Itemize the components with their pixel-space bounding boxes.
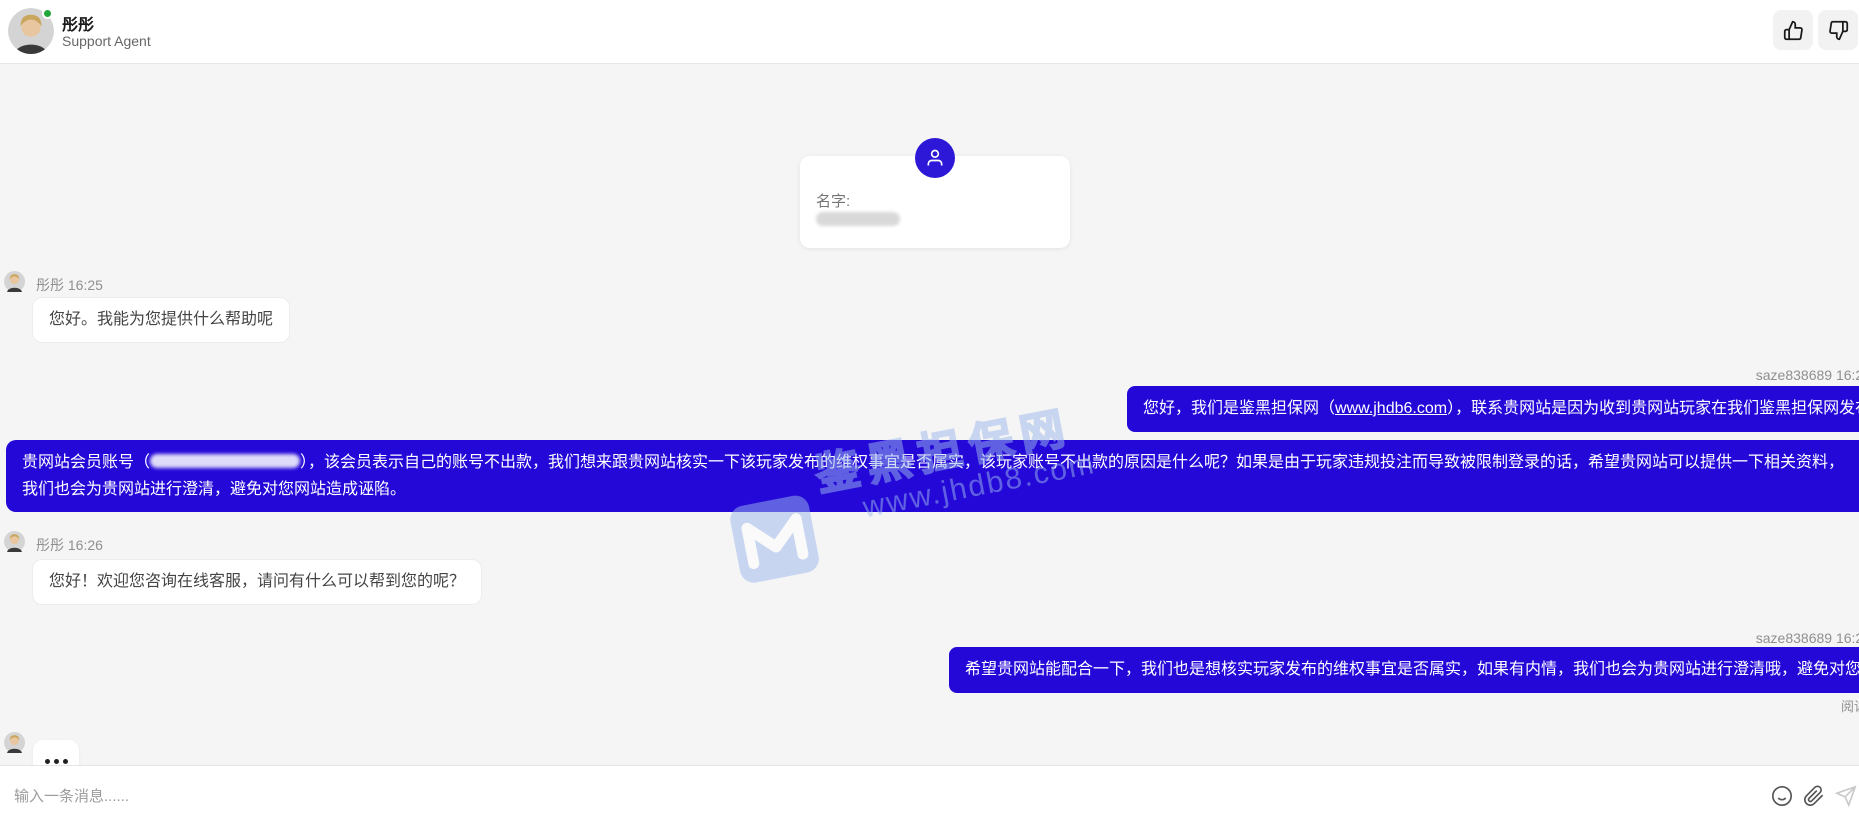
message-text: 您好！欢迎您咨询在线客服，请问有什么可以帮到您的呢？ [49,573,465,590]
read-receipt: 阅读 [1841,696,1859,715]
message-text: ），联系贵网站是因为收到贵网站玩家在我们鉴黑担保网发布的投诉。 [1447,400,1859,417]
rate-positive-button[interactable] [1773,10,1813,50]
agent-avatar [8,8,54,54]
message-meta: saze838689 16:25 [1756,367,1859,383]
message-author: saze838689 [1756,367,1832,383]
message-avatar [4,531,25,552]
agent-message-bubble: 您好。我能为您提供什么帮助呢 [32,297,290,343]
message-time: 16:25 [68,277,103,293]
chat-header: 彤彤 Support Agent [0,0,1859,64]
message-meta: 彤彤 16:26 [36,535,103,555]
visitor-message-bubble: 希望贵网站能配合一下，我们也是想核实玩家发布的维权事宜是否属实，如果有内情，我们… [949,647,1859,693]
message-text: 您好。我能为您提供什么帮助呢 [49,311,273,328]
message-avatar [4,271,25,292]
message-time: 16:25 [1836,367,1859,383]
paperclip-icon [1803,785,1825,807]
send-button[interactable] [1834,784,1858,808]
message-author: 彤彤 [36,277,64,293]
emoji-button[interactable] [1770,784,1794,808]
chat-scroll-area[interactable]: 名字: 彤彤 16:25 您好。我能为您提供什么帮助呢 saze838689 1… [0,64,1859,765]
message-text: 希望贵网站能配合一下，我们也是想核实玩家发布的维权事宜是否属实，如果有内情，我们… [965,661,1859,678]
message-text: 贵网站会员账号（ [22,454,150,471]
message-time: 16:26 [1836,630,1859,646]
redacted-account-number [150,454,300,468]
composer-bar [0,765,1859,825]
thumbs-up-icon [1783,20,1804,41]
attach-file-button[interactable] [1802,784,1826,808]
message-input[interactable] [14,780,1714,812]
message-meta: 彤彤 16:25 [36,275,103,295]
message-time: 16:26 [68,537,103,553]
visitor-message-bubble: 贵网站会员账号（），该会员表示自己的账号不出款，我们想来跟贵网站核实一下该玩家发… [6,440,1859,512]
rate-negative-button[interactable] [1818,10,1858,50]
message-author: 彤彤 [36,537,64,553]
visitor-message-bubble: 您好，我们是鉴黑担保网（www.jhdb6.com），联系贵网站是因为收到贵网站… [1127,386,1859,432]
agent-role: Support Agent [62,33,151,49]
thumbs-down-icon [1828,20,1849,41]
message-author: saze838689 [1756,630,1832,646]
name-field-value-redacted [816,212,900,226]
message-text: 您好，我们是鉴黑担保网（ [1143,400,1335,417]
online-status-dot [42,8,53,19]
message-meta: saze838689 16:26 [1756,630,1859,646]
agent-message-bubble: 您好！欢迎您咨询在线客服，请问有什么可以帮到您的呢？ [32,559,482,605]
message-link[interactable]: www.jhdb6.com [1335,400,1447,417]
prechat-person-badge [915,138,955,178]
person-icon [925,148,945,168]
send-icon [1835,785,1857,807]
smile-icon [1771,785,1793,807]
agent-name: 彤彤 [62,11,94,35]
message-avatar [4,732,25,753]
name-field-label: 名字: [816,190,850,211]
